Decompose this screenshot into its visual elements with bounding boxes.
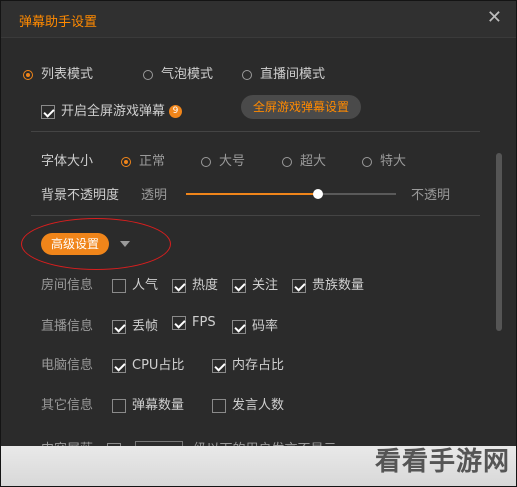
checkbox-icon <box>41 104 55 119</box>
opacity-max-label: 不透明 <box>411 188 451 203</box>
radio-icon <box>201 156 211 167</box>
advanced-settings-button[interactable]: 高级设置 <box>41 233 110 255</box>
room-info-label: 房间信息 <box>41 278 94 293</box>
font-option-normal[interactable]: 正常 <box>121 150 165 169</box>
room-info-nobles[interactable]: 贵族数量 <box>292 274 364 293</box>
divider <box>31 131 480 132</box>
font-size-label: 字体大小 <box>41 154 94 169</box>
checkbox-icon <box>112 358 126 373</box>
settings-content: 列表模式 气泡模式 直播间模式 开启全屏游戏弹幕 9 全屏游戏弹幕设置 字体大小 … <box>1 38 516 486</box>
live-info-dropped-frames[interactable]: 丢帧 <box>112 315 158 334</box>
live-info-fps[interactable]: FPS <box>172 315 216 330</box>
checkbox-icon <box>112 319 126 334</box>
title-bar: 弹幕助手设置 ✕ <box>1 1 516 38</box>
slider-fill <box>186 193 319 195</box>
checkbox-icon <box>212 358 226 373</box>
notification-badge: 9 <box>169 105 183 118</box>
pc-info-label: 电脑信息 <box>41 358 94 373</box>
radio-icon <box>362 156 372 167</box>
live-info-bitrate[interactable]: 码率 <box>232 315 278 334</box>
scrollbar[interactable] <box>496 153 502 331</box>
checkbox-icon <box>232 278 246 293</box>
watermark: 看看手游网 <box>374 447 510 477</box>
fullscreen-settings-button[interactable]: 全屏游戏弹幕设置 <box>241 95 362 119</box>
font-option-xxlarge[interactable]: 特大 <box>362 150 406 169</box>
mode-option-list[interactable]: 列表模式 <box>23 63 93 82</box>
checkbox-icon <box>292 278 306 293</box>
dialog-title: 弹幕助手设置 <box>19 15 98 30</box>
divider <box>31 215 480 216</box>
mode-option-bubble[interactable]: 气泡模式 <box>143 63 213 82</box>
settings-dialog: 弹幕助手设置 ✕ 列表模式 气泡模式 直播间模式 开启全屏游戏弹幕 9 全屏游戏弹… <box>0 0 517 487</box>
checkbox-icon <box>112 278 126 293</box>
room-info-popularity[interactable]: 人气 <box>112 274 158 293</box>
radio-icon <box>282 156 292 167</box>
other-info-danmaku-count[interactable]: 弹幕数量 <box>112 394 184 413</box>
slider-handle[interactable] <box>313 189 324 199</box>
opacity-min-label: 透明 <box>141 188 168 203</box>
opacity-label: 背景不透明度 <box>41 188 120 203</box>
pc-info-cpu[interactable]: CPU占比 <box>112 354 184 373</box>
checkbox-icon <box>172 315 186 330</box>
other-info-label: 其它信息 <box>41 398 94 413</box>
room-info-heat[interactable]: 热度 <box>172 274 218 293</box>
radio-icon <box>23 69 33 80</box>
opacity-slider[interactable] <box>186 189 396 199</box>
checkbox-icon <box>172 278 186 293</box>
radio-icon <box>143 69 153 80</box>
font-option-large[interactable]: 大号 <box>201 150 245 169</box>
other-info-speaker-count[interactable]: 发言人数 <box>212 394 284 413</box>
checkbox-icon <box>112 398 126 413</box>
live-info-label: 直播信息 <box>41 319 94 334</box>
close-icon[interactable]: ✕ <box>487 7 502 28</box>
checkbox-icon <box>232 319 246 334</box>
fullscreen-checkbox[interactable]: 开启全屏游戏弹幕 9 <box>41 100 183 119</box>
font-option-xlarge[interactable]: 超大 <box>282 150 326 169</box>
room-info-follow[interactable]: 关注 <box>232 274 278 293</box>
chevron-down-icon[interactable] <box>120 241 130 247</box>
pc-info-memory[interactable]: 内存占比 <box>212 354 284 373</box>
checkbox-icon <box>212 398 226 413</box>
radio-icon <box>121 156 131 167</box>
mode-option-liveroom[interactable]: 直播间模式 <box>242 63 325 82</box>
radio-icon <box>242 69 252 80</box>
